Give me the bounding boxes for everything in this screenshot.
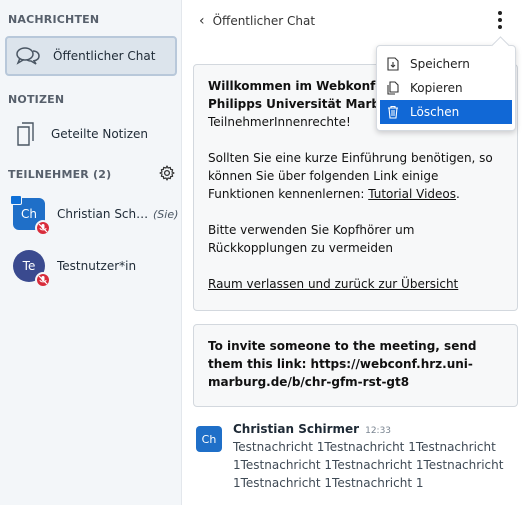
more-options-icon[interactable] [490, 9, 510, 31]
gear-icon[interactable] [159, 165, 175, 181]
participant-item[interactable]: Te Testnutzer*in [13, 246, 179, 288]
avatar-initials: Te [22, 259, 36, 273]
avatar: Te [13, 250, 51, 288]
chat-title: Öffentlicher Chat [212, 14, 316, 28]
avatar-initials: Ch [21, 207, 37, 221]
avatar: Ch [196, 426, 222, 452]
menu-item-copy[interactable]: Kopieren [380, 76, 512, 100]
welcome-line-3: TeilnehmerInnenrechte! [208, 115, 351, 129]
sidebar-item-public-chat[interactable]: Öffentlicher Chat [5, 36, 177, 76]
message-time: 12:33 [365, 426, 392, 436]
welcome-intro-end: . [456, 187, 460, 201]
trash-icon [386, 105, 400, 119]
avatar: Ch [10, 195, 51, 236]
menu-item-label: Kopieren [410, 81, 463, 95]
participant-self-tag: (Sie) [153, 207, 179, 221]
chat-message: Ch Christian Schirmer 12:33 Testnachrich… [196, 422, 516, 492]
shared-notes-label: Geteilte Notizen [51, 127, 148, 141]
download-icon [386, 57, 400, 71]
menu-item-delete[interactable]: Löschen [380, 100, 512, 124]
welcome-line-2: Philipps Universität Marburg [208, 97, 404, 111]
avatar-initials: Ch [201, 432, 217, 446]
message-sender: Christian Schirmer [233, 422, 360, 436]
sidebar-item-shared-notes[interactable]: Geteilte Notizen [5, 114, 177, 154]
menu-item-label: Löschen [410, 105, 460, 119]
participant-name: Testnutzer*in [57, 259, 137, 273]
participants-section-title: TEILNEHMER (2) [8, 168, 112, 181]
headphones-notice: Bitte verwenden Sie Kopfhörer um Rückkop… [208, 223, 415, 255]
participant-item[interactable]: Ch Christian Schirmer (Sie) [10, 194, 179, 236]
public-chat-label: Öffentlicher Chat [53, 49, 156, 63]
chat-options-menu: Speichern Kopieren Löschen [376, 45, 516, 131]
leave-room-link[interactable]: Raum verlassen und zurück zur Übersicht [208, 277, 458, 291]
notes-document-icon [13, 121, 39, 147]
presenter-icon [10, 195, 22, 205]
menu-item-label: Speichern [410, 57, 470, 71]
chat-bubbles-icon [15, 43, 41, 69]
copy-icon [386, 81, 400, 95]
invite-text: To invite someone to the meeting, send t… [208, 339, 477, 389]
participant-name: Christian Schirmer [57, 207, 149, 221]
chevron-left-icon: ‹ [199, 13, 205, 29]
microphone-muted-icon [35, 272, 51, 288]
microphone-muted-icon [35, 220, 51, 236]
sidebar: NACHRICHTEN Öffentlicher Chat NOTIZEN Ge… [0, 0, 182, 505]
tutorial-videos-link[interactable]: Tutorial Videos [368, 187, 456, 201]
chat-back-button[interactable]: ‹ Öffentlicher Chat [199, 12, 315, 30]
messages-section-title: NACHRICHTEN [8, 13, 100, 26]
invite-message: To invite someone to the meeting, send t… [193, 324, 518, 407]
notes-section-title: NOTIZEN [8, 93, 65, 106]
menu-item-save[interactable]: Speichern [380, 52, 512, 76]
message-text: Testnachricht 1Testnachricht 1Testnachri… [233, 440, 504, 490]
